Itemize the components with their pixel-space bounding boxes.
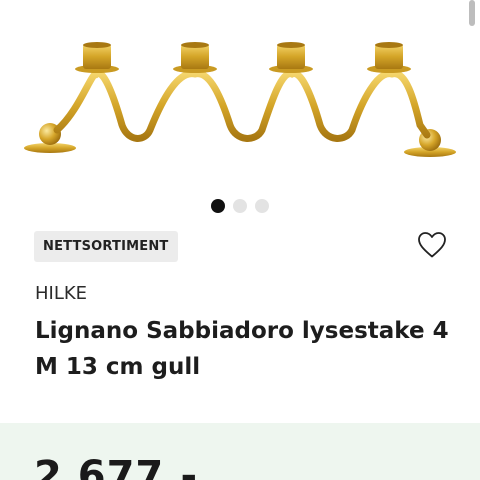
product-page: NETTSORTIMENT HILKE Lignano Sabbiadoro l…	[0, 0, 480, 480]
carousel-dot-1[interactable]	[211, 199, 225, 213]
product-title: Lignano Sabbiadoro lysestake 4 M 13 cm g…	[35, 318, 449, 380]
heart-outline-icon	[418, 232, 446, 258]
product-brand[interactable]: HILKE	[35, 283, 87, 304]
carousel-dot-2[interactable]	[233, 199, 247, 213]
price-panel: 2 677,-	[0, 423, 480, 480]
product-image[interactable]	[0, 30, 480, 180]
scroll-indicator[interactable]	[469, 0, 475, 26]
carousel-indicator	[0, 199, 480, 213]
favorite-button[interactable]	[415, 228, 449, 262]
carousel-dot-3[interactable]	[255, 199, 269, 213]
product-price: 2 677,-	[34, 453, 199, 480]
assortment-badge: NETTSORTIMENT	[34, 231, 178, 262]
candle-holder-image	[24, 42, 456, 157]
